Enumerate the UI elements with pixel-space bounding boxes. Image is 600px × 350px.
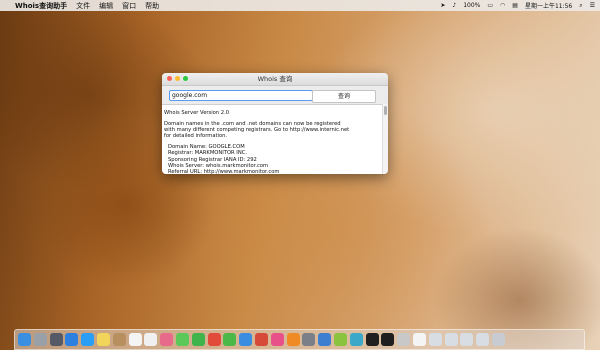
result-line: Referral URL: http://www.markmonitor.com [168, 168, 280, 174]
document-icon[interactable] [412, 333, 426, 346]
network-icon[interactable] [349, 333, 363, 346]
screenshot-icon[interactable] [460, 333, 474, 346]
photos-icon[interactable] [160, 333, 174, 346]
menu-edit[interactable]: 编辑 [99, 1, 113, 11]
search-icon[interactable]: ⌕ [579, 2, 582, 10]
dock [14, 329, 585, 350]
calendar-icon[interactable] [128, 333, 142, 346]
notification-center-icon[interactable]: ☰ [590, 2, 595, 9]
whois-result-text: Whois Server Version 2.0 Domain names in … [162, 105, 383, 174]
finder-icon[interactable] [18, 333, 31, 346]
messages-icon[interactable] [175, 333, 189, 346]
battery-percent[interactable]: 100% [463, 2, 480, 9]
music-icon[interactable] [333, 333, 347, 346]
itunes-icon[interactable] [270, 333, 284, 346]
result-scrollbar[interactable] [382, 104, 388, 174]
paw-icon[interactable] [254, 333, 268, 346]
reminders-icon[interactable] [144, 333, 158, 346]
window-titlebar[interactable]: Whois 查询 [162, 73, 388, 86]
contacts-icon[interactable] [112, 333, 126, 346]
query-toolbar: 查询 [162, 86, 388, 104]
whois-window: Whois 查询 查询 Whois Server Version 2.0Doma… [162, 73, 388, 174]
domain-input[interactable] [169, 90, 313, 101]
whois-result-area[interactable]: Whois Server Version 2.0 Domain names in … [162, 104, 383, 174]
launchpad-icon[interactable] [33, 333, 47, 346]
window-title: Whois 查询 [257, 75, 293, 83]
screenshot-icon[interactable] [476, 333, 490, 346]
ibooks-icon[interactable] [286, 333, 300, 346]
clock[interactable]: 星期一上午11:56 [525, 1, 572, 10]
menu-file[interactable]: 文件 [76, 1, 90, 11]
safari-icon[interactable] [81, 333, 95, 346]
mission-control-icon[interactable] [49, 333, 63, 346]
screenshot-icon[interactable] [444, 333, 458, 346]
xcode-icon[interactable] [318, 333, 332, 346]
chrome-icon[interactable] [207, 333, 221, 346]
menu-window[interactable]: 窗口 [122, 1, 136, 11]
trash-icon[interactable] [491, 333, 505, 346]
minimize-button[interactable] [175, 76, 180, 81]
wifi-icon[interactable]: ◠ [500, 2, 505, 9]
scrollbar-thumb[interactable] [384, 106, 387, 115]
screenshot-icon[interactable] [428, 333, 442, 346]
facetime-icon[interactable] [191, 333, 205, 346]
app-store-icon[interactable] [65, 333, 79, 346]
battery-icon[interactable]: ▭ [487, 2, 493, 9]
activity-monitor-icon[interactable] [397, 333, 411, 346]
volume-icon[interactable]: ♪ [452, 2, 456, 9]
location-icon[interactable]: ➤ [440, 2, 445, 9]
menu-help[interactable]: 帮助 [145, 1, 159, 11]
app-menu[interactable]: Whois查询助手 [15, 1, 67, 11]
terminal-icon[interactable] [381, 333, 395, 346]
notes-icon[interactable] [96, 333, 110, 346]
menu-bar: Whois查询助手 文件 编辑 窗口 帮助 ➤ ♪ 100% ▭ ◠ ▤ 星期一… [0, 0, 600, 11]
flag-icon[interactable]: ▤ [512, 2, 518, 9]
preferences-icon[interactable] [302, 333, 316, 346]
zoom-button[interactable] [183, 76, 188, 81]
chat-icon[interactable] [239, 333, 253, 346]
guitar-icon[interactable] [365, 333, 379, 346]
wechat-icon[interactable] [223, 333, 237, 346]
query-button[interactable]: 查询 [312, 90, 376, 103]
close-button[interactable] [167, 76, 172, 81]
